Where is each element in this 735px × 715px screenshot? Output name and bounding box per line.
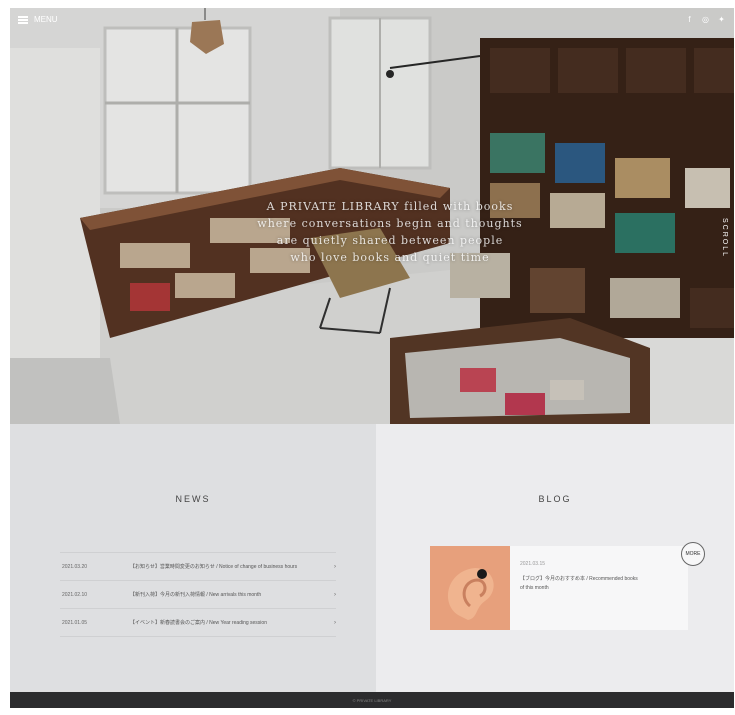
- news-date: 2021.03.20: [62, 563, 88, 570]
- news-list: 2021.03.20 【お知らせ】営業時間変更のお知らせ / Notice of…: [60, 552, 336, 637]
- news-item[interactable]: 2021.03.20 【お知らせ】営業時間変更のお知らせ / Notice of…: [60, 553, 336, 581]
- hero-line: A PRIVATE LIBRARY filled with books: [266, 200, 514, 213]
- hero-tagline: A PRIVATE LIBRARY filled with books wher…: [240, 198, 540, 266]
- blog-date: 2021.03.15: [520, 561, 546, 567]
- hamburger-icon: [18, 15, 28, 24]
- news-title: 【イベント】新春読書会のご案内 / New Year reading sessi…: [130, 620, 267, 626]
- hero-section: MENU f ◎ ✦ A PRIVATE LIBRARY filled with…: [10, 8, 734, 424]
- hero-line: where conversations begin and thoughts: [257, 217, 523, 230]
- page-frame: MENU f ◎ ✦ A PRIVATE LIBRARY filled with…: [10, 8, 734, 708]
- blog-section: BLOG 2021.03.15 【ブログ】今月のおすすめ本 / Recommen…: [376, 424, 734, 692]
- ear-image: [430, 546, 510, 630]
- news-heading: NEWS: [175, 494, 211, 504]
- hero-line: who love books and quiet time: [290, 251, 490, 264]
- news-title: 【新刊入荷】今月の新刊入荷情報 / New arrivals this mont…: [130, 592, 262, 598]
- news-date: 2021.01.05: [62, 619, 88, 626]
- blog-thumbnail: [430, 546, 510, 630]
- blog-title-line: 【ブログ】今月のおすすめ本 / Recommended books: [520, 576, 638, 582]
- news-date: 2021.02.10: [62, 591, 88, 598]
- blog-title-line: of this month: [520, 585, 549, 591]
- news-item[interactable]: 2021.01.05 【イベント】新春読書会のご案内 / New Year re…: [60, 609, 336, 637]
- twitter-icon[interactable]: ✦: [717, 15, 726, 24]
- blog-post-card[interactable]: 2021.03.15 【ブログ】今月のおすすめ本 / Recommended b…: [430, 546, 688, 630]
- facebook-icon[interactable]: f: [685, 15, 694, 24]
- chevron-right-icon: ›: [334, 563, 336, 570]
- hero-line: are quietly shared between people: [276, 234, 504, 247]
- footer-copyright: © PRIVATE LIBRARY: [352, 698, 392, 703]
- social-links: f ◎ ✦: [685, 15, 726, 24]
- menu-button[interactable]: MENU: [18, 15, 58, 24]
- blog-more-button[interactable]: MORE: [681, 542, 705, 566]
- news-title: 【お知らせ】営業時間変更のお知らせ / Notice of change of …: [130, 564, 298, 570]
- news-item[interactable]: 2021.02.10 【新刊入荷】今月の新刊入荷情報 / New arrival…: [60, 581, 336, 609]
- instagram-icon[interactable]: ◎: [701, 15, 710, 24]
- chevron-right-icon: ›: [334, 619, 336, 626]
- scroll-indicator[interactable]: SCROLL: [721, 218, 728, 258]
- blog-heading: BLOG: [538, 494, 572, 504]
- footer: © PRIVATE LIBRARY: [10, 692, 734, 708]
- menu-label: MENU: [34, 15, 58, 24]
- blog-post-body: 2021.03.15 【ブログ】今月のおすすめ本 / Recommended b…: [510, 546, 648, 630]
- chevron-right-icon: ›: [334, 591, 336, 598]
- news-section: NEWS 2021.03.20 【お知らせ】営業時間変更のお知らせ / Noti…: [10, 424, 376, 692]
